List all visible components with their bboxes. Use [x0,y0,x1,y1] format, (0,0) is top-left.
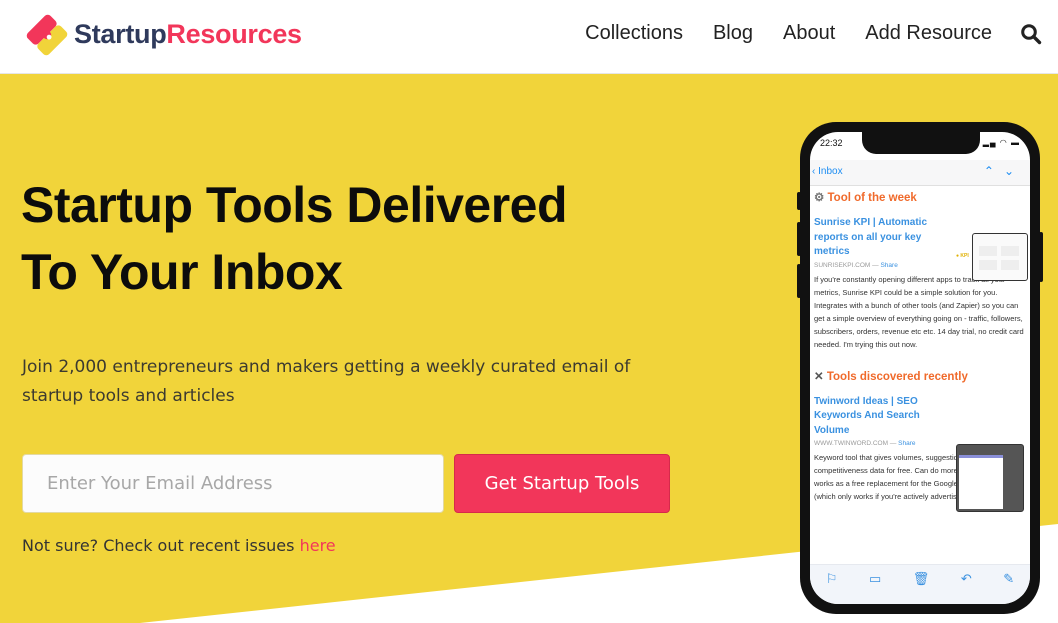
hero-title-line2: To Your Inbox [21,244,343,300]
site-header: StartupResources Collections Blog About … [0,0,1058,74]
chevron-up-icon[interactable]: ⌃ [984,164,1004,178]
recent-issues-link[interactable]: here [300,536,336,555]
email-input[interactable] [22,454,444,513]
phone-volume-up-button [797,222,801,256]
phone-screen: 22:32 ▂▄ ◠ ▬ ‹ Inbox ⌃⌄ ⚙ Tool of the we… [810,132,1030,604]
share-link[interactable]: Share [880,262,897,269]
flag-icon[interactable]: ⚐ [826,571,838,587]
phone-power-button [1039,232,1043,282]
hero-section: Startup Tools Delivered To Your Inbox Jo… [0,74,1058,623]
nav-add-resource[interactable]: Add Resource [865,22,992,45]
phone-mockup: 22:32 ▂▄ ◠ ▬ ‹ Inbox ⌃⌄ ⚙ Tool of the we… [797,122,1043,614]
section-heading-text: Tool of the week [827,192,917,204]
mail-navbar: ‹ Inbox ⌃⌄ [810,160,1030,186]
phone-mute-button [797,192,801,210]
recent-issues-note: Not sure? Check out recent issues here [22,536,336,555]
logo-text-resources: Resources [166,18,302,49]
hero-title: Startup Tools Delivered To Your Inbox [21,172,661,306]
phone-volume-down-button [797,264,801,298]
compose-icon[interactable]: ✎ [1003,571,1014,587]
item-source-domain: SUNRISEKPI.COM [814,261,871,269]
recent-issues-text: Not sure? Check out recent issues [22,536,300,555]
main-nav: Collections Blog About Add Resource [555,22,1042,45]
status-icons: ▂▄ ◠ ▬ [982,138,1020,147]
hero-title-line1: Startup Tools Delivered [21,177,568,233]
item-thumbnail [972,233,1028,281]
item-description: If you're constantly opening different a… [814,274,1024,349]
chevron-down-icon[interactable]: ⌄ [1004,164,1024,178]
phone-notch [862,132,980,154]
back-label: Inbox [818,166,843,177]
folder-icon[interactable]: ▭ [869,571,881,587]
search-icon[interactable] [1020,23,1042,45]
puzzle-logo-icon [26,14,68,56]
item-thumbnail [956,444,1024,512]
nav-collections[interactable]: Collections [585,22,683,45]
section-heading: ⚙ Tool of the week [814,190,1026,204]
back-to-inbox[interactable]: ‹ Inbox [812,166,843,177]
chevron-left-icon: ‹ [812,166,816,177]
hero-subtitle: Join 2,000 entrepreneurs and makers gett… [22,357,631,406]
logo-text-startup: Startup [74,18,167,49]
share-link[interactable]: Share [898,440,915,447]
get-startup-tools-button[interactable]: Get Startup Tools [454,454,670,513]
status-time: 22:32 [820,138,843,148]
tools-icon: ✕ [814,370,824,383]
gear-icon: ⚙ [814,192,825,204]
item-source-domain: WWW.TWINWORD.COM [814,440,889,447]
section-heading-text: Tools discovered recently [826,370,968,383]
kpi-logo: ● KPI [956,253,969,259]
item-title-link[interactable]: Sunrise KPI | Automatic reports on all y… [814,216,934,260]
logo-text: StartupResources [74,19,302,50]
item-title-link[interactable]: Twinword Ideas | SEO Keywords And Search… [814,395,939,439]
message-nav-arrows: ⌃⌄ [984,164,1024,178]
logo[interactable]: StartupResources [24,12,302,58]
nav-about[interactable]: About [783,22,835,45]
section-heading: ✕ Tools discovered recently [814,369,1026,383]
trash-icon[interactable]: 🗑︎ [913,571,930,587]
nav-blog[interactable]: Blog [713,22,753,45]
reply-icon[interactable]: ↶ [961,571,972,587]
mail-toolbar: ⚐ ▭ 🗑︎ ↶ ✎ [810,564,1030,604]
